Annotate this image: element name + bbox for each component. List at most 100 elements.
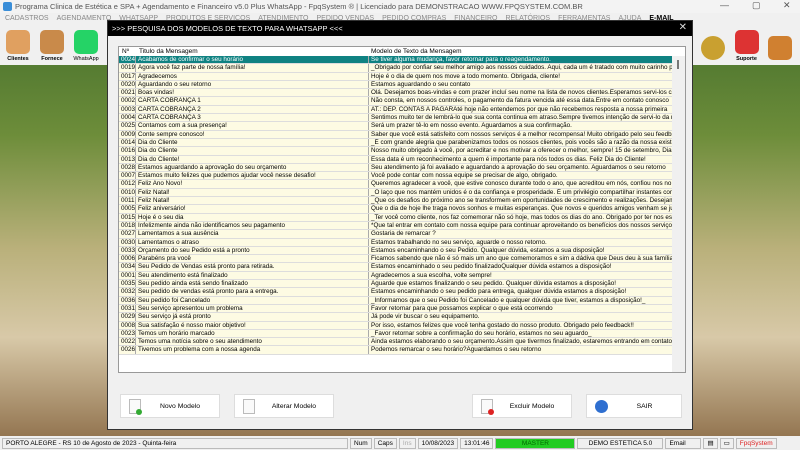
table-row[interactable]: 0021 Boas vindas! Olá. Desejamos boas-vind…: [119, 89, 685, 98]
maximize-button[interactable]: ▢: [752, 0, 761, 11]
table-row[interactable]: 0010 Feliz Natal! _O laço que nos mantém u…: [119, 188, 685, 198]
table-row[interactable]: 0031 Seu serviço apresentou um problema Fa…: [119, 304, 685, 314]
row-title: Parabéns pra você: [138, 255, 191, 263]
row-text: Aguarde que estamos finalizando o seu pe…: [368, 280, 673, 288]
row-num: 0013: [121, 155, 136, 163]
col-text-header[interactable]: Modelo de Texto da Mensagem: [368, 48, 462, 55]
row-num: 0027: [121, 230, 136, 238]
toolbar-left: Clientes Fornece WhatsApp: [0, 23, 107, 65]
table-row[interactable]: 0011 Feliz Natal! _Que os desafios do próx…: [119, 197, 685, 206]
delete-document-icon: [481, 398, 494, 415]
table-row[interactable]: 0020 Aguardando o seu retorno Estamos agua…: [119, 80, 685, 90]
row-num: 0024: [121, 56, 136, 64]
table-row[interactable]: 0019 Agora você faz parte de nossa famíli…: [119, 64, 685, 73]
table-row[interactable]: 0030 Lamentamos o atraso Estamos trabalhan…: [119, 238, 685, 247]
table-row[interactable]: 0029 Seu serviço já está pronto Já pode vi…: [119, 313, 685, 322]
excluir-modelo-button[interactable]: Excluir Modelo: [472, 394, 572, 418]
table-row[interactable]: 0001 Seu atendimento está finalizado Agrad…: [119, 271, 685, 281]
row-text: Estamos encaminhado o seu pedido finaliz…: [368, 263, 673, 271]
row-num: 0005: [121, 205, 136, 213]
row-text: Estamos aguardando o seu contato: [368, 80, 673, 89]
row-num: 0002: [121, 97, 136, 105]
table-row[interactable]: 0034 Seu Pedido de Vendas está pronto par…: [119, 263, 685, 272]
row-num: 0014: [121, 138, 136, 147]
row-text: _Ter você como cliente, nos faz comemora…: [368, 213, 673, 221]
fornece-label: Fornece: [41, 56, 63, 62]
vertical-scrollbar[interactable]: [672, 56, 685, 372]
printer-icon[interactable]: ▤: [703, 437, 718, 449]
col-num-header[interactable]: Nº: [119, 47, 136, 56]
coin-button[interactable]: [698, 26, 728, 62]
row-num: 0023: [121, 329, 136, 338]
table-row[interactable]: 0003 CARTA COBRANÇA 2 AT.: DEP. CONTAS A P…: [119, 105, 685, 115]
novo-modelo-button[interactable]: Novo Modelo: [120, 394, 220, 418]
row-text: _Que os desafios do próximo ano se trans…: [368, 197, 673, 205]
table-row[interactable]: 0018 Infelizmente ainda não identificamos…: [119, 221, 685, 231]
fornece-button[interactable]: Fornece: [37, 26, 67, 62]
row-text: _É com grande alegria que parabenizamos …: [368, 138, 673, 147]
table-row[interactable]: 0002 CARTA COBRANÇA 1 Não consta, em nosso…: [119, 97, 685, 106]
row-num: 0020: [121, 80, 136, 89]
close-button[interactable]: ✕: [783, 0, 791, 11]
row-text: Estamos encaminhando o seu pedido para e…: [368, 288, 673, 296]
status-ins: Ins: [398, 437, 416, 449]
clientes-label: Clientes: [7, 56, 29, 62]
sair-button[interactable]: SAIR: [586, 394, 682, 418]
scrollbar-thumb[interactable]: [677, 60, 679, 69]
row-text: _Informamos que o seu Pedido foi Cancela…: [368, 296, 673, 304]
row-title: Feliz Ano Novo!: [138, 180, 183, 188]
table-row[interactable]: 0013 Dia do Cliente! Essa data é um reconh…: [119, 155, 685, 164]
menu-item[interactable]: CADASTROS: [5, 15, 49, 22]
list-header: Nº Titulo da Mensagem Modelo de Texto da …: [119, 47, 685, 56]
row-text: Gostaria de remarcar ?: [368, 230, 673, 238]
table-row[interactable]: 0014 Dia do Cliente _É com grande alegria …: [119, 138, 685, 148]
table-row[interactable]: 0006 Parabéns pra você Ficamos sabendo que…: [119, 255, 685, 264]
status-email[interactable]: Email: [665, 437, 702, 449]
dialog-close-button[interactable]: ✕: [679, 22, 687, 33]
table-row[interactable]: 0022 Temos uma notícia sobre o seu atendi…: [119, 338, 685, 347]
minimize-button[interactable]: —: [720, 0, 729, 10]
table-row[interactable]: 0005 Feliz aniversário! Que o dia de hoje …: [119, 205, 685, 214]
table-row[interactable]: 0027 Lamentamos a sua ausência Gostaria de…: [119, 230, 685, 239]
computer-icon[interactable]: ▭: [719, 437, 734, 449]
templates-list[interactable]: Nº Titulo da Mensagem Modelo de Texto da …: [118, 46, 686, 373]
row-title: Seu serviço apresentou um problema: [138, 304, 243, 312]
suporte-button[interactable]: Suporte: [732, 26, 762, 62]
row-num: 0009: [121, 130, 136, 138]
row-num: 0029: [121, 313, 136, 321]
table-row[interactable]: 0009 Conte sempre conosco! Saber que você …: [119, 130, 685, 139]
menu-item[interactable]: AGENDAMENTO: [57, 15, 112, 22]
table-row[interactable]: 0025 Contamos com a sua presença! Será um …: [119, 122, 685, 131]
table-row[interactable]: 0024 Acabamos de confirmar o seu horário S…: [119, 56, 685, 65]
alterar-modelo-button[interactable]: Alterar Modelo: [234, 394, 334, 418]
row-title: Hoje é o seu dia: [138, 213, 184, 221]
table-row[interactable]: 0008 Sua satisfação é nosso maior objetiv…: [119, 321, 685, 330]
whatsapp-button[interactable]: WhatsApp: [71, 26, 101, 62]
row-title: Dia do Cliente: [138, 138, 178, 146]
row-title: Estamos muito felizes que pudemos ajudar…: [138, 172, 316, 180]
table-row[interactable]: 0007 Estamos muito felizes que pudemos aj…: [119, 172, 685, 181]
table-row[interactable]: 0016 Dia do Cliente Nosso muito obrigado à…: [119, 147, 685, 156]
table-row[interactable]: 0017 Agradecemos Hoje é o dia de quem nos …: [119, 72, 685, 81]
table-row[interactable]: 0035 Seu pedido ainda está sendo finaliza…: [119, 280, 685, 289]
row-title: Temos uma notícia sobre o seu atendiment…: [138, 338, 262, 346]
row-text: Ficamos sabendo que não é só mais um ano…: [368, 255, 673, 263]
table-row[interactable]: 0026 Tivemos um problema com a nossa agen…: [119, 346, 685, 355]
row-title: Agora você faz parte de nossa família!: [138, 64, 246, 72]
row-text: Hoje é o dia de quem nos move a todo mom…: [368, 72, 673, 80]
table-row[interactable]: 0036 Seu pedido foi Cancelado _Informamos …: [119, 296, 685, 305]
exit-app-button[interactable]: [765, 26, 795, 62]
row-title: Dia do Cliente: [138, 147, 178, 155]
row-title: Conte sempre conosco!: [138, 130, 205, 138]
row-text: Que o dia de hoje lhe traga novos sonhos…: [368, 205, 673, 213]
col-title-header[interactable]: Titulo da Mensagem: [136, 47, 198, 56]
table-row[interactable]: 0032 Seu pedido de vendas está pronto par…: [119, 288, 685, 297]
table-row[interactable]: 0015 Hoje é o seu dia _Ter você como clien…: [119, 213, 685, 222]
table-row[interactable]: 0004 CARTA COBRANÇA 3 Sentimos muito ter d…: [119, 114, 685, 123]
table-row[interactable]: 0023 Temos um horário marcado _Favor retor…: [119, 329, 685, 339]
table-row[interactable]: 0028 Estamos aguardando a aprovação do se…: [119, 163, 685, 173]
row-num: 0001: [121, 271, 136, 280]
clientes-button[interactable]: Clientes: [3, 26, 33, 62]
table-row[interactable]: 0012 Feliz Ano Novo! Queremos agradecer a …: [119, 180, 685, 189]
table-row[interactable]: 0033 Orçamento do seu Pedido está a pront…: [119, 246, 685, 256]
